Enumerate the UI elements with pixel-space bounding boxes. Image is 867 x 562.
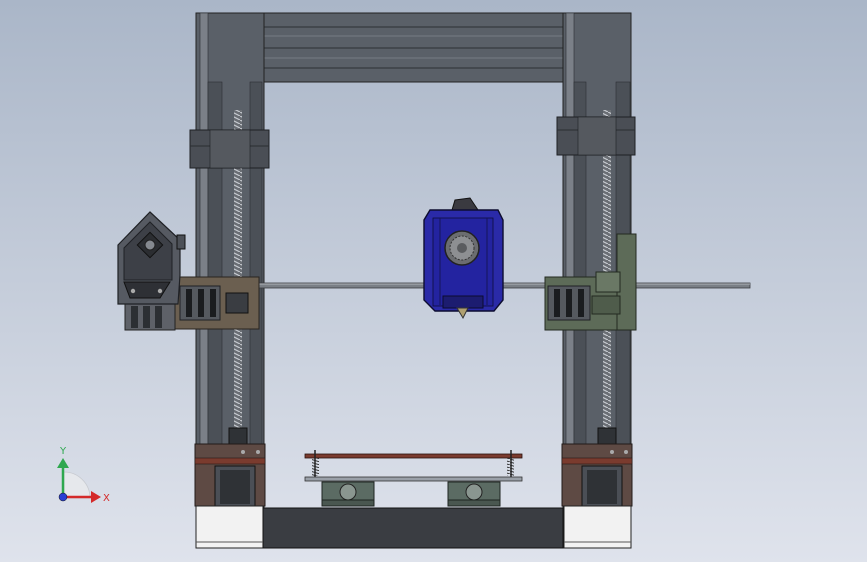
bed-bearing-right <box>447 481 501 507</box>
bed-bearing-left <box>321 481 375 507</box>
bed-plate <box>304 453 523 459</box>
hotend-carriage <box>423 197 504 320</box>
printer-base <box>195 505 632 549</box>
bed-carrier <box>304 476 523 482</box>
z-axis-dot <box>58 492 68 502</box>
base-plate <box>262 507 564 549</box>
right-leadscrew <box>603 110 611 430</box>
cad-viewport[interactable]: Y X <box>0 0 867 562</box>
triad-y-label: Y <box>59 446 67 457</box>
triad-x-label: X <box>103 493 110 504</box>
printer-assembly-view: Y X <box>0 0 867 562</box>
